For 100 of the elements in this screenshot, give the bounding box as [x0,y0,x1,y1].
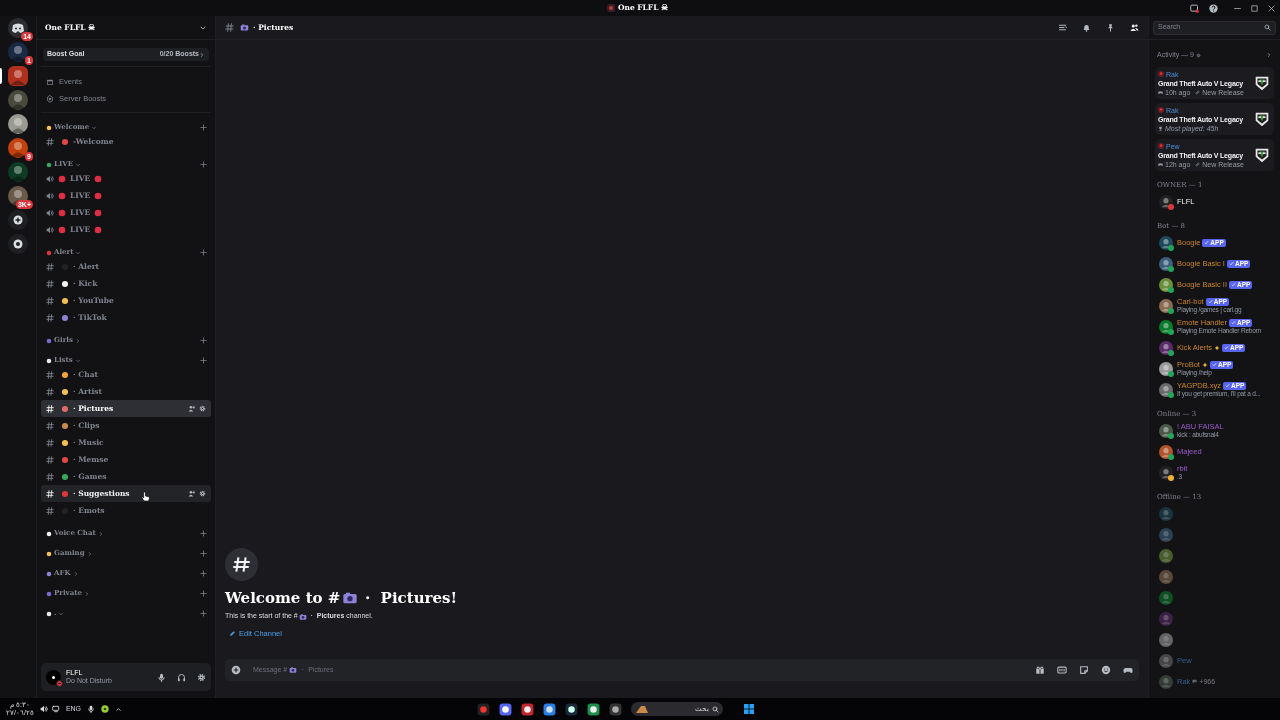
hash-icon [46,421,54,430]
link-icon [1195,89,1201,95]
microphone-icon[interactable] [157,672,166,682]
plus-icon[interactable] [200,590,207,597]
avatar-icon [1159,569,1173,584]
avatar-icon [1159,653,1173,668]
server-icon[interactable] [8,66,28,86]
avatar-icon [1159,632,1173,647]
sticker-icon[interactable] [1079,665,1089,675]
app-icon[interactable] [565,702,579,716]
avatar-icon [1159,319,1173,334]
hash-icon [46,370,54,379]
close-icon[interactable] [1268,4,1275,12]
emoji-icon[interactable] [1101,665,1111,675]
emoji-icon [46,530,52,537]
app-icon[interactable] [587,702,601,716]
inbox-icon[interactable] [1190,3,1199,13]
live-dot-icon [58,191,66,200]
server-icon[interactable] [8,114,28,134]
check-icon [1204,240,1210,245]
server-icon[interactable] [8,138,28,158]
emoji-icon [46,161,52,168]
check-icon [1211,362,1217,367]
hash-icon [46,455,54,464]
plus-icon[interactable] [200,550,207,557]
search-icon [1264,24,1271,31]
volume-icon[interactable] [39,705,48,713]
compass-icon[interactable] [8,234,28,254]
avatar-icon [1159,611,1173,626]
cursor-icon [141,491,150,502]
microphone-icon[interactable] [87,705,96,713]
hash-icon [46,489,54,498]
emoji-icon [46,357,52,364]
message-icon [1192,679,1198,684]
avatar-icon [1159,674,1173,689]
maximize-icon[interactable] [1251,4,1258,12]
plus-icon[interactable] [200,357,207,364]
chevron-right-icon[interactable] [1266,52,1272,58]
settings-icon[interactable] [199,405,206,412]
invite-icon[interactable] [188,405,195,412]
gamepad-icon[interactable] [1123,665,1133,675]
plus-icon[interactable] [200,337,207,344]
live-dot-icon [58,225,66,234]
live-dot-icon [94,208,103,217]
check-icon [1207,299,1213,304]
avatar-icon [1159,444,1173,459]
check-icon [1231,320,1237,325]
app-icon[interactable] [499,702,513,716]
app-icon[interactable] [609,702,623,716]
emoji-icon [46,550,52,557]
invite-icon[interactable] [188,490,195,497]
add-attachment-icon[interactable] [231,665,241,675]
emoji-icon [46,590,52,597]
settings-icon[interactable] [199,490,206,497]
hash-icon [46,313,54,322]
avatar-icon [1158,107,1164,113]
hash-icon [46,296,54,305]
hash-icon [46,506,54,515]
hash-icon [46,472,54,481]
calendar-icon [46,77,54,86]
check-icon [1228,261,1234,266]
emoji-icon [46,570,52,577]
avatar-icon [1159,298,1173,313]
avatar-icon [1159,361,1173,376]
add-server-icon[interactable] [8,210,28,230]
hash-icon [46,387,54,396]
app-icon[interactable] [521,702,535,716]
emoji-icon [46,249,52,256]
trophy-icon [1158,125,1163,131]
chevron-up-icon[interactable] [115,705,123,713]
boost-icon [46,94,54,103]
help-icon[interactable] [1209,3,1218,13]
speaker-icon [46,174,54,183]
app-icon[interactable] [543,702,557,716]
tray-app-icon[interactable] [101,705,110,713]
members-icon[interactable] [1130,23,1139,32]
plus-icon[interactable] [200,124,207,131]
bell-icon[interactable] [1082,23,1091,32]
emoji-icon [46,124,52,131]
gif-icon[interactable] [1057,665,1067,675]
speaker-icon [46,208,54,217]
settings-icon[interactable] [197,672,206,682]
gamepad-icon [1158,89,1163,95]
avatar-icon [1159,382,1173,397]
gamepad-icon [1158,161,1163,167]
plus-icon[interactable] [200,610,207,617]
plus-icon[interactable] [200,530,207,537]
plus-icon[interactable] [200,249,207,256]
avatar-icon [1158,143,1164,149]
headphones-icon[interactable] [177,672,186,682]
plus-icon[interactable] [200,161,207,168]
live-dot-icon [58,174,66,183]
avatar-icon [1159,235,1173,250]
plus-icon[interactable] [200,570,207,577]
threads-icon[interactable] [1058,23,1067,32]
pin-icon[interactable] [1106,23,1115,32]
gift-icon[interactable] [1035,665,1045,675]
start-icon[interactable] [743,703,756,715]
emoji-icon [46,610,52,617]
network-icon[interactable] [51,705,60,713]
